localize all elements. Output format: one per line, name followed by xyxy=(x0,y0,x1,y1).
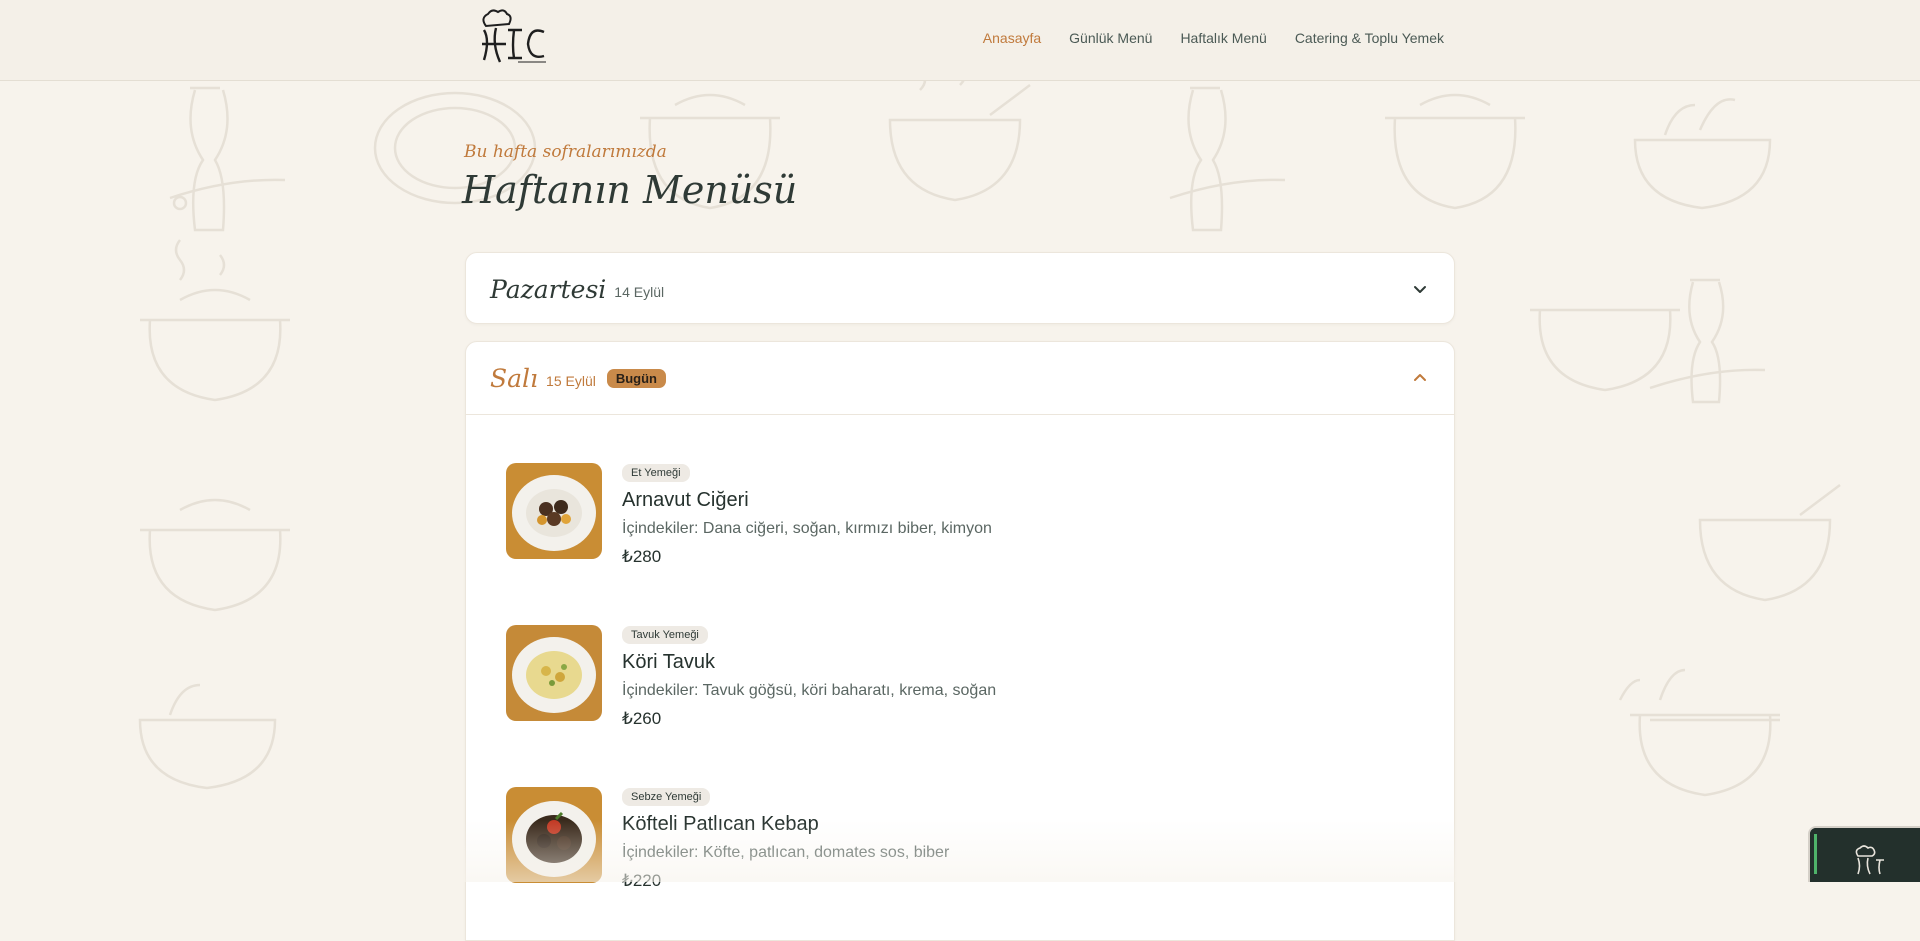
nav-catering[interactable]: Catering & Toplu Yemek xyxy=(1295,30,1444,46)
dish-category-tag: Et Yemeği xyxy=(622,464,690,482)
dish-ingredients: İçindekiler: Dana ciğeri, soğan, kırmızı… xyxy=(622,520,992,537)
nav-weekly-menu[interactable]: Haftalık Menü xyxy=(1180,30,1266,46)
hero-subtitle: Bu hafta sofralarımızda xyxy=(464,142,667,162)
dish-price: ₺260 xyxy=(622,709,662,728)
day-card-tuesday: Salı 15 Eylül Bugün Et Yemeği Arnavut Ci… xyxy=(465,341,1455,941)
dish-name: Köri Tavuk xyxy=(622,651,716,673)
dish-ingredients: İçindekiler: Köfte, patlıcan, domates so… xyxy=(622,844,950,861)
dish-photo xyxy=(506,625,602,721)
dish-photo xyxy=(506,787,602,883)
dish-category-tag: Sebze Yemeği xyxy=(622,788,711,806)
main-nav: Anasayfa Günlük Menü Haftalık Menü Cater… xyxy=(983,30,1444,46)
nav-daily-menu[interactable]: Günlük Menü xyxy=(1069,30,1152,46)
list-item: Et Yemeği Arnavut Ciğeri İçindekiler: Da… xyxy=(506,463,992,567)
dish-price: ₺280 xyxy=(622,547,662,566)
list-item: Tavuk Yemeği Köri Tavuk İçindekiler: Tav… xyxy=(506,625,996,729)
chevron-down-icon[interactable] xyxy=(1412,281,1428,297)
site-logo[interactable] xyxy=(474,8,552,66)
day-card-monday: Pazartesi 14 Eylül xyxy=(465,252,1455,324)
day-name: Pazartesi xyxy=(490,274,607,304)
day-header-tuesday[interactable]: Salı 15 Eylül Bugün xyxy=(466,342,1454,414)
page-title: Haftanın Menüsü xyxy=(462,168,798,212)
day-date: 14 Eylül xyxy=(614,284,665,300)
card-divider xyxy=(466,414,1454,415)
day-header-monday[interactable]: Pazartesi 14 Eylül xyxy=(466,253,1454,325)
dish-name: Arnavut Ciğeri xyxy=(622,489,749,511)
list-item: Sebze Yemeği Köfteli Patlıcan Kebap İçin… xyxy=(506,787,949,891)
dish-ingredients: İçindekiler: Tavuk göğsü, köri baharatı,… xyxy=(622,682,997,699)
day-date: 15 Eylül xyxy=(546,373,596,389)
dish-name: Köfteli Patlıcan Kebap xyxy=(622,813,819,835)
chef-hat-logo-icon xyxy=(482,9,546,63)
today-badge: Bugün xyxy=(606,368,666,388)
preview-thumbnail-icon xyxy=(1810,828,1920,882)
dish-photo xyxy=(506,463,602,559)
dish-price: ₺220 xyxy=(622,871,662,890)
nav-home[interactable]: Anasayfa xyxy=(983,30,1041,46)
preview-widget[interactable] xyxy=(1808,826,1920,882)
chevron-up-icon[interactable] xyxy=(1412,370,1428,386)
site-header: Anasayfa Günlük Menü Haftalık Menü Cater… xyxy=(0,0,1920,81)
day-name: Salı xyxy=(490,363,539,393)
dish-category-tag: Tavuk Yemeği xyxy=(622,626,708,644)
